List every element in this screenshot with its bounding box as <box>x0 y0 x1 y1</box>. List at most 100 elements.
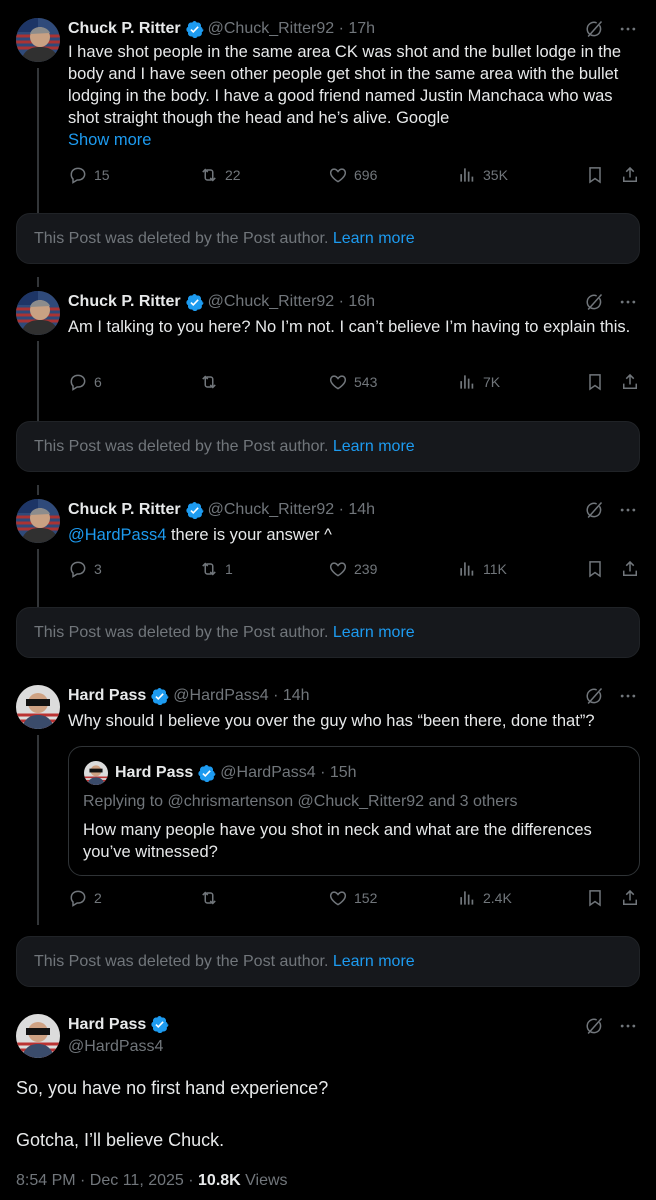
mention-link[interactable]: @HardPass4 <box>68 526 166 544</box>
post-time[interactable]: · 14h <box>339 499 375 521</box>
repost-button[interactable] <box>199 372 225 392</box>
thread-line <box>37 341 39 421</box>
post-text: I have shot people in the same area CK w… <box>68 43 622 127</box>
post-time[interactable]: · 16h <box>339 291 375 313</box>
like-button[interactable]: 543 <box>328 372 377 392</box>
thread-post[interactable]: Chuck P. Ritter @Chuck_Ritter92 · 14h @H… <box>0 499 656 607</box>
verified-badge-icon <box>150 687 169 706</box>
show-more-link[interactable]: Show more <box>68 131 151 150</box>
share-button[interactable] <box>620 165 640 185</box>
views-button[interactable]: 7K <box>457 372 500 392</box>
grok-icon[interactable] <box>584 19 604 39</box>
post-header: Chuck P. Ritter @Chuck_Ritter92 · 14h <box>68 499 375 521</box>
views-button[interactable]: 11K <box>457 559 507 579</box>
author-name[interactable]: Hard Pass <box>68 1016 146 1034</box>
post-text: Why should I believe you over the guy wh… <box>68 712 595 730</box>
author-name[interactable]: Hard Pass <box>68 685 146 707</box>
thread-post[interactable]: Chuck P. Ritter @Chuck_Ritter92 · 17h I … <box>0 18 656 228</box>
grok-icon[interactable] <box>584 500 604 520</box>
reply-button[interactable]: 3 <box>68 559 102 579</box>
post-timestamp[interactable]: 8:54 PM · Dec 11, 2025 · <box>16 1172 198 1189</box>
author-handle[interactable]: @Chuck_Ritter92 <box>208 18 335 40</box>
thread-line <box>37 485 39 495</box>
share-icon <box>620 559 640 579</box>
deleted-post-notice: This Post was deleted by the Post author… <box>16 213 640 264</box>
post-time[interactable]: · 17h <box>339 18 375 40</box>
reply-button[interactable]: 15 <box>68 165 110 185</box>
main-post-line: Gotcha, I’ll believe Chuck. <box>16 1130 225 1150</box>
views-button[interactable]: 35K <box>457 165 508 185</box>
replying-to: Replying to @chrismartenson @Chuck_Ritte… <box>83 793 518 810</box>
quoted-post[interactable]: Hard Pass @HardPass4 · 15h Replying to @… <box>68 746 640 876</box>
like-count: 696 <box>354 167 378 183</box>
avatar[interactable] <box>16 18 60 62</box>
like-button[interactable]: 152 <box>328 888 377 908</box>
more-icon[interactable] <box>618 500 638 520</box>
learn-more-link[interactable]: Learn more <box>333 624 415 641</box>
share-icon <box>620 372 640 392</box>
author-name[interactable]: Chuck P. Ritter <box>68 18 181 40</box>
quoted-post-text: How many people have you shot in neck an… <box>83 821 592 861</box>
post-text: Am I talking to you here? No I’m not. I … <box>68 318 631 336</box>
author-name[interactable]: Chuck P. Ritter <box>68 499 181 521</box>
views-button[interactable]: 2.4K <box>457 888 512 908</box>
grok-icon[interactable] <box>584 1016 604 1036</box>
thread-post[interactable]: Hard Pass @HardPass4 · 14h Why should I … <box>0 685 656 925</box>
post-text-body: there is your answer ^ <box>166 526 332 544</box>
more-icon[interactable] <box>618 686 638 706</box>
learn-more-link[interactable]: Learn more <box>333 438 415 455</box>
bookmark-button[interactable] <box>585 165 605 185</box>
more-icon[interactable] <box>618 19 638 39</box>
repost-button[interactable]: 1 <box>199 559 233 579</box>
avatar[interactable] <box>16 685 60 729</box>
views-icon <box>457 165 477 185</box>
action-bar: 15 22 696 35K <box>68 165 640 189</box>
share-button[interactable] <box>620 888 640 908</box>
reply-button[interactable]: 6 <box>68 372 102 392</box>
avatar[interactable] <box>16 499 60 543</box>
repost-icon <box>199 888 219 908</box>
grok-icon[interactable] <box>584 292 604 312</box>
author-handle[interactable]: @Chuck_Ritter92 <box>208 499 335 521</box>
learn-more-link[interactable]: Learn more <box>333 230 415 247</box>
deleted-notice-text: This Post was deleted by the Post author… <box>34 438 329 455</box>
reply-button[interactable]: 2 <box>68 888 102 908</box>
like-button[interactable]: 239 <box>328 559 377 579</box>
author-name[interactable]: Chuck P. Ritter <box>68 291 181 313</box>
author-handle[interactable]: @Chuck_Ritter92 <box>208 291 335 313</box>
learn-more-link[interactable]: Learn more <box>333 953 415 970</box>
author-handle: @HardPass4 <box>220 764 316 781</box>
like-icon <box>328 165 348 185</box>
views-count: 11K <box>483 561 507 577</box>
views-count: 35K <box>483 167 508 183</box>
post-time: · 15h <box>320 764 357 781</box>
avatar[interactable] <box>84 761 108 785</box>
like-button[interactable]: 696 <box>328 165 377 185</box>
bookmark-icon <box>585 559 605 579</box>
thread-post[interactable]: Chuck P. Ritter @Chuck_Ritter92 · 16h Am… <box>0 291 656 421</box>
quoted-post-header: Hard Pass @HardPass4 · 15h <box>115 761 357 785</box>
bookmark-button[interactable] <box>585 888 605 908</box>
author-name[interactable]: Hard Pass <box>115 761 193 785</box>
author-handle[interactable]: @HardPass4 <box>68 1038 163 1056</box>
action-bar: 2 152 2.4K <box>68 888 640 912</box>
repost-button[interactable] <box>199 888 225 908</box>
avatar[interactable] <box>16 1014 60 1058</box>
bookmark-button[interactable] <box>585 372 605 392</box>
bookmark-icon <box>585 372 605 392</box>
more-icon[interactable] <box>618 292 638 312</box>
post-time[interactable]: · 14h <box>273 685 309 707</box>
like-icon <box>328 559 348 579</box>
grok-icon[interactable] <box>584 686 604 706</box>
repost-icon <box>199 165 219 185</box>
share-button[interactable] <box>620 372 640 392</box>
author-handle[interactable]: @HardPass4 <box>173 685 268 707</box>
more-icon[interactable] <box>618 1016 638 1036</box>
share-button[interactable] <box>620 559 640 579</box>
views-icon <box>457 372 477 392</box>
avatar[interactable] <box>16 291 60 335</box>
post-text: @HardPass4 there is your answer ^ <box>68 524 638 546</box>
main-author: Hard Pass <box>68 1015 173 1034</box>
repost-button[interactable]: 22 <box>199 165 241 185</box>
bookmark-button[interactable] <box>585 559 605 579</box>
